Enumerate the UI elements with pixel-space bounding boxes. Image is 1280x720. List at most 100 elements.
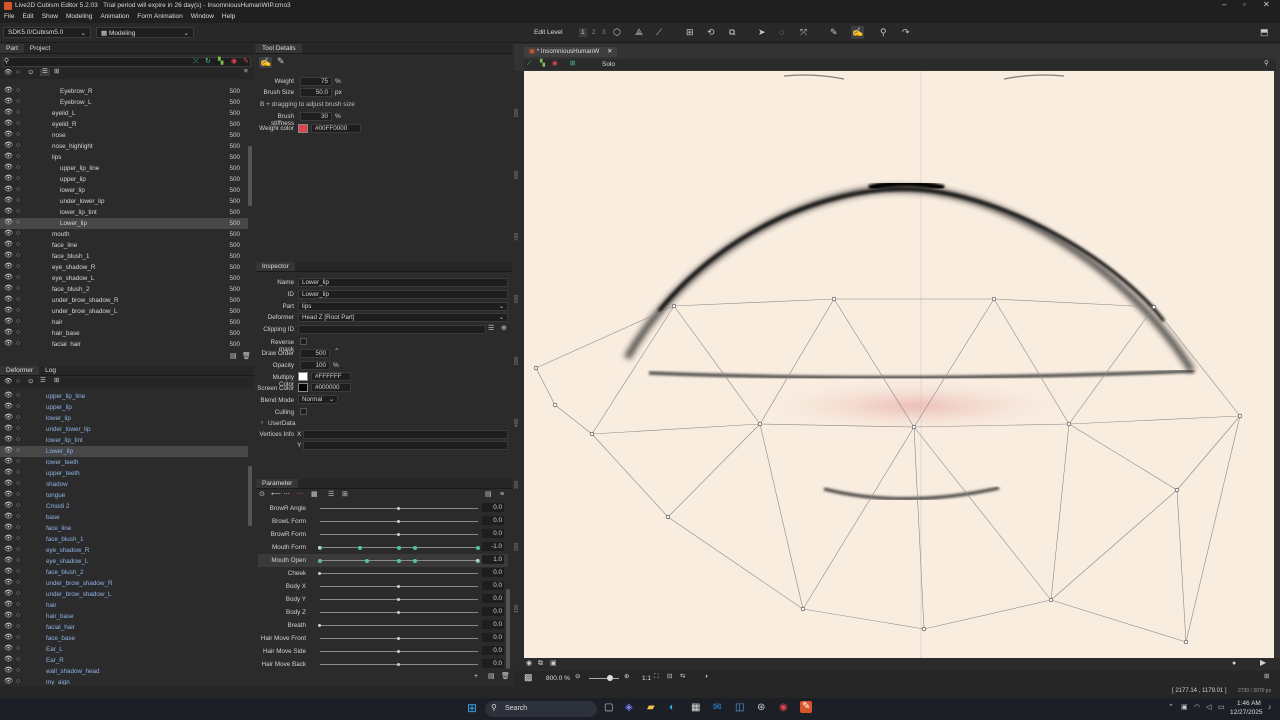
part-row[interactable]: 👁 ○ nose 500 xyxy=(0,130,248,141)
zoom-ratio[interactable]: 1:1 xyxy=(642,675,651,682)
menu-animation[interactable]: Animation xyxy=(96,12,133,21)
deformer-row[interactable]: 👁 ○ under_lower_lip xyxy=(0,424,248,435)
eye-header-icon[interactable]: 👁 xyxy=(4,378,12,386)
lock-icon[interactable]: ○ xyxy=(16,98,20,105)
parameter-slider[interactable] xyxy=(318,572,478,575)
deformer-row[interactable]: 👁 ○ under_brow_shadow_L xyxy=(0,589,248,600)
vertex-x-input[interactable] xyxy=(303,430,508,439)
part-row[interactable]: 👁 ○ lips 500 xyxy=(0,152,248,163)
part-row[interactable]: 👁 ○ facial_hair 500 xyxy=(0,339,248,347)
new-folder-icon[interactable]: ▤ xyxy=(230,353,237,360)
parameter-row[interactable]: Body X 0.0 xyxy=(258,580,508,593)
parameter-value[interactable]: 0.0 xyxy=(482,503,504,512)
lock-icon[interactable]: ○ xyxy=(16,678,20,685)
delete-part-icon[interactable]: 🗑 xyxy=(242,353,251,360)
lock-header-icon[interactable]: ○ xyxy=(16,378,20,386)
part-row[interactable]: 👁 ○ Eyebrow_L 500 xyxy=(0,97,248,108)
param-menu-icon[interactable]: ≡ xyxy=(500,491,504,498)
parameter-row[interactable]: Body Y 0.0 xyxy=(258,593,508,606)
lock-icon[interactable]: ○ xyxy=(16,601,20,608)
visibility-eye-icon[interactable]: 👁 xyxy=(4,491,13,498)
deformer-row[interactable]: 👁 ○ face_base xyxy=(0,633,248,644)
parameter-value[interactable]: 1.0 xyxy=(482,555,504,564)
visibility-eye-icon[interactable]: 👁 xyxy=(4,340,13,347)
pin-red-icon[interactable]: ✎ xyxy=(243,58,249,65)
parameter-key[interactable] xyxy=(476,545,480,550)
chrome-icon[interactable]: ◉ xyxy=(779,703,788,713)
glue-icon[interactable]: ⧉ xyxy=(729,27,735,38)
id-input[interactable]: Lower_lip xyxy=(298,290,508,299)
windows-start-icon[interactable]: ⊞ xyxy=(467,702,477,714)
parameter-value[interactable]: 0.0 xyxy=(482,607,504,616)
parameter-row[interactable]: Body Z 0.0 xyxy=(258,606,508,619)
deformer-row[interactable]: 👁 ○ lower_lip_tint xyxy=(0,435,248,446)
outlook-icon[interactable]: ✉ xyxy=(713,703,721,713)
play-icon[interactable]: ▶ xyxy=(1260,659,1266,667)
visibility-eye-icon[interactable]: 👁 xyxy=(4,414,13,421)
weight-brush-icon[interactable]: ✍ xyxy=(851,26,865,39)
weight-brush-mode-icon[interactable]: ✍ xyxy=(259,57,273,68)
multiply-color-input[interactable]: #FFFFFF xyxy=(311,372,351,381)
edit-level-1[interactable]: 1 xyxy=(579,28,587,37)
lock-icon[interactable]: ○ xyxy=(16,164,20,171)
parameter-knob[interactable] xyxy=(397,598,400,601)
fit-icon[interactable]: ⛶ xyxy=(654,673,659,681)
lock-icon[interactable]: ○ xyxy=(16,296,20,303)
lock-icon[interactable]: ○ xyxy=(16,153,20,160)
hide-icon[interactable]: ◉ xyxy=(231,58,237,65)
lock-icon[interactable]: ○ xyxy=(16,274,20,281)
visibility-eye-icon[interactable]: 👁 xyxy=(4,307,13,314)
deformer-select[interactable]: Head Z [Root Part] ⌄ xyxy=(298,313,508,322)
lock-icon[interactable]: ○ xyxy=(16,175,20,182)
weight-color-swatch[interactable] xyxy=(298,124,308,133)
parameter-knob[interactable] xyxy=(476,559,479,562)
zoom-slider[interactable] xyxy=(589,678,619,679)
refresh-icon[interactable]: ↻ xyxy=(205,58,211,65)
visibility-eye-icon[interactable]: 👁 xyxy=(4,318,13,325)
viewport-tab[interactable]: ▣ * InsomniousHumanW ✕ xyxy=(524,47,618,57)
lock-icon[interactable]: ○ xyxy=(16,197,20,204)
mesh-canvas-svg[interactable] xyxy=(524,71,1274,658)
store-icon[interactable]: ▦ xyxy=(691,703,700,713)
visibility-eye-icon[interactable]: 👁 xyxy=(4,645,13,652)
parameter-value[interactable]: 0.0 xyxy=(482,529,504,538)
reverse-mask-checkbox[interactable] xyxy=(300,338,307,345)
part-select[interactable]: lips ⌄ xyxy=(298,302,508,311)
visibility-eye-icon[interactable]: 👁 xyxy=(4,546,13,553)
lasso-icon[interactable]: ◌ xyxy=(779,27,784,37)
visibility-eye-icon[interactable]: 👁 xyxy=(4,623,13,630)
brush-size-input[interactable]: 50.0 xyxy=(300,88,332,97)
tab-part[interactable]: Part xyxy=(0,44,24,53)
lock-icon[interactable]: ○ xyxy=(16,307,20,314)
task-view-icon[interactable]: ▢ xyxy=(604,703,613,713)
parameter-key[interactable] xyxy=(397,545,401,550)
parameter-knob[interactable] xyxy=(397,533,400,536)
parameter-slider[interactable] xyxy=(320,533,478,536)
blend-mode-select[interactable]: Normal ⌄ xyxy=(298,395,338,404)
color-grid-icon[interactable]: ▚ xyxy=(218,58,223,65)
lock-icon[interactable]: ○ xyxy=(16,557,20,564)
deformer-row[interactable]: 👁 ○ face_blush_2 xyxy=(0,567,248,578)
edit-level-3[interactable]: 3 xyxy=(600,28,608,37)
parameter-knob[interactable] xyxy=(397,637,400,640)
parameter-value[interactable]: 0.0 xyxy=(482,633,504,642)
visibility-eye-icon[interactable]: 👁 xyxy=(4,153,13,160)
visibility-eye-icon[interactable]: 👁 xyxy=(4,274,13,281)
tray-app-icon[interactable]: ▣ xyxy=(1181,704,1188,711)
parameter-row[interactable]: Cheek 0.0 xyxy=(258,567,508,580)
deformer-row[interactable]: 👁 ○ face_blush_1 xyxy=(0,534,248,545)
grid-warp-icon[interactable]: ⊞ xyxy=(686,27,694,38)
parameter-knob[interactable] xyxy=(397,611,400,614)
visibility-eye-icon[interactable]: 👁 xyxy=(4,557,13,564)
part-row[interactable]: 👁 ○ upper_lip 500 xyxy=(0,174,248,185)
lock-icon[interactable]: ○ xyxy=(16,546,20,553)
param-link-icon[interactable]: ⟵ xyxy=(271,491,281,498)
parameter-row[interactable]: Hair Move Back 0.0 xyxy=(258,658,508,671)
visibility-eye-icon[interactable]: 👁 xyxy=(4,87,13,94)
lock-icon[interactable]: ○ xyxy=(16,436,20,443)
param-copy-icon[interactable]: ▤ xyxy=(488,673,495,680)
lock-icon[interactable]: ○ xyxy=(16,480,20,487)
deformer-row[interactable]: 👁 ○ my_aign xyxy=(0,677,248,685)
parameter-knob[interactable] xyxy=(397,663,400,666)
parameter-key[interactable] xyxy=(412,558,417,563)
